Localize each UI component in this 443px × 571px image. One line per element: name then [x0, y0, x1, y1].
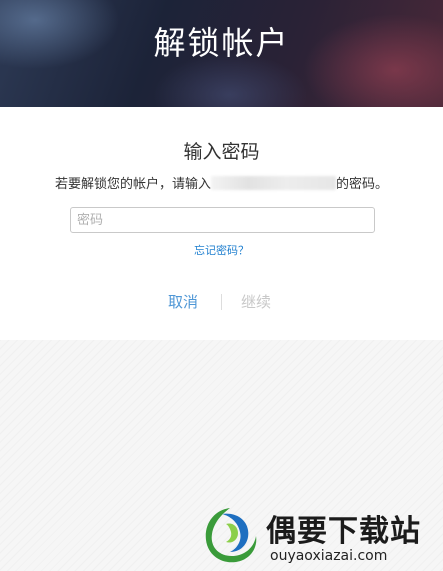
header-banner: 解锁帐户: [0, 0, 443, 107]
panel-title: 输入密码: [183, 141, 260, 163]
continue-button[interactable]: 继续: [241, 291, 271, 312]
action-bar: 取消 继续: [0, 291, 443, 315]
watermark-title: 偶要下载站: [266, 514, 421, 549]
watermark-logo-icon: [205, 508, 257, 563]
instruction-suffix: 的密码。: [336, 177, 389, 192]
forgot-password-link[interactable]: 忘记密码？: [0, 242, 443, 258]
watermark: 偶要下载站 ouyaoxiazai.com: [200, 502, 443, 571]
watermark-url: ouyaoxiazai.com: [270, 548, 388, 564]
page-title: 解锁帐户: [153, 24, 290, 62]
instruction-prefix: 若要解锁您的帐户，请输入: [54, 177, 211, 192]
redacted-account-id: [211, 176, 336, 190]
unlock-panel: 输入密码 若要解锁您的帐户，请输入 的密码。 忘记密码？ 取消 继续: [0, 107, 443, 340]
password-field[interactable]: [70, 207, 375, 233]
button-divider: [221, 294, 222, 310]
instruction-text: 若要解锁您的帐户，请输入 的密码。: [0, 173, 443, 192]
cancel-button[interactable]: 取消: [168, 291, 198, 312]
